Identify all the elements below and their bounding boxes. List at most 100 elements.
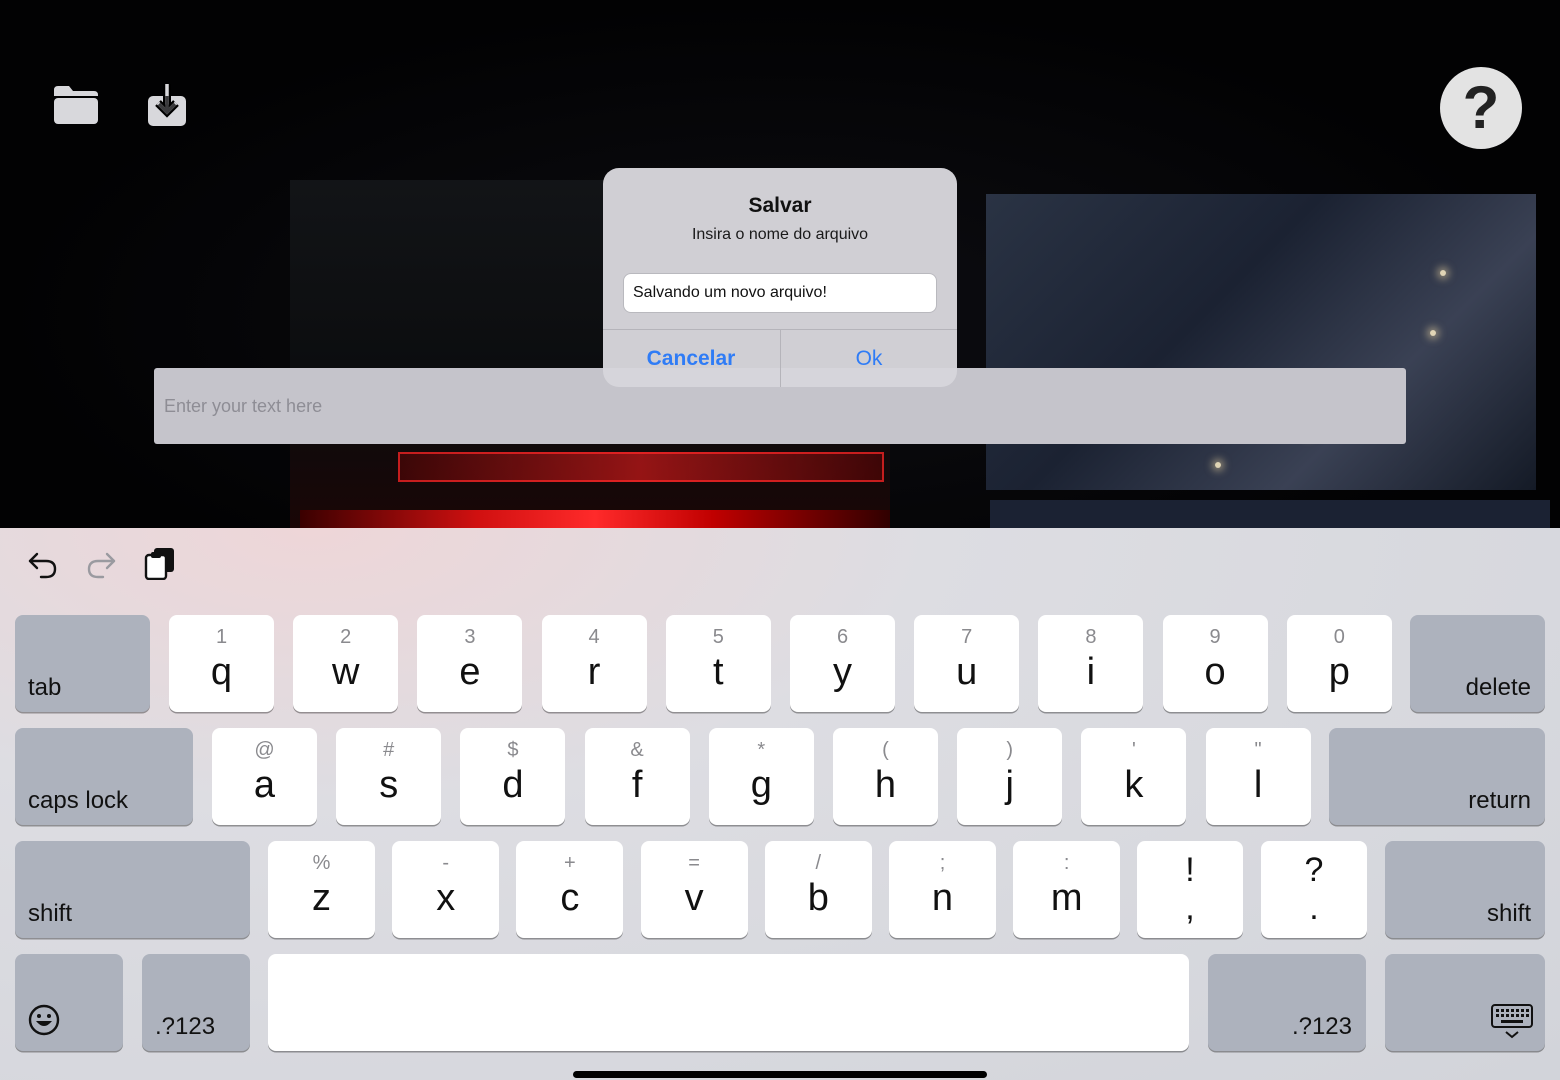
key-secondary-label: @ (254, 739, 275, 761)
key-label: z (312, 877, 331, 919)
key-secondary-label: / (815, 852, 822, 874)
ok-button[interactable]: Ok (781, 330, 957, 387)
background-light (1440, 270, 1446, 276)
key-f[interactable]: & f (584, 728, 690, 825)
key-label: o (1204, 651, 1226, 693)
key-s[interactable]: # s (336, 728, 442, 825)
key-label: u (956, 651, 978, 693)
key-label: i (1086, 651, 1096, 693)
key-p[interactable]: 0p (1286, 615, 1392, 712)
key-label: s (379, 764, 399, 806)
key-secondary-label: = (688, 852, 700, 874)
key-m[interactable]: :m (1013, 841, 1121, 938)
shift-key-left[interactable]: shift (15, 841, 250, 938)
background-light (1215, 462, 1221, 468)
question-period-key[interactable]: ?. (1261, 841, 1367, 938)
key-label: f (631, 764, 643, 806)
dialog-message: Insira o nome do arquivo (691, 226, 869, 243)
redo-icon[interactable] (84, 546, 118, 580)
key-secondary-label: ) (1006, 739, 1014, 761)
tab-key-label: tab (28, 674, 62, 701)
key-label: r (587, 651, 601, 693)
key-secondary-label: & (630, 739, 644, 761)
key-i[interactable]: 8i (1038, 615, 1144, 712)
return-key-label: return (1468, 787, 1531, 814)
key-c[interactable]: + c (516, 841, 624, 938)
key-secondary-label: 4 (588, 626, 600, 648)
key-o[interactable]: 9o (1162, 615, 1268, 712)
key-k[interactable]: ' k (1081, 728, 1187, 825)
key-r[interactable]: 4r (541, 615, 647, 712)
key-a[interactable]: @ a (212, 728, 317, 825)
download-icon[interactable] (145, 82, 189, 128)
key-e[interactable]: 3e (417, 615, 523, 712)
key-t[interactable]: 5t (665, 615, 771, 712)
key-label: q (210, 651, 233, 693)
cancel-button[interactable]: Cancelar (603, 330, 779, 387)
caps-lock-key-label: caps lock (28, 787, 129, 814)
space-key[interactable] (268, 954, 1189, 1051)
filename-field[interactable]: Salvando um novo arquivo! (623, 273, 937, 313)
undo-icon[interactable] (26, 546, 60, 580)
key-z[interactable]: % z (268, 841, 375, 938)
key-h[interactable]: (h (833, 728, 938, 825)
shift-key-label: shift (1486, 900, 1531, 927)
home-indicator[interactable] (573, 1071, 987, 1078)
key-secondary-label: : (1063, 852, 1070, 874)
key-w[interactable]: 2w (293, 615, 399, 712)
key-label: ! (1185, 851, 1195, 889)
numbers-key-right[interactable]: .?123 (1208, 954, 1366, 1051)
shift-key-right[interactable]: shift (1385, 841, 1545, 938)
key-label: . (1309, 889, 1319, 927)
key-secondary-label: ( (882, 739, 889, 761)
shift-key-label: shift (28, 900, 73, 927)
key-secondary-label: - (442, 852, 450, 874)
key-label: v (684, 877, 704, 919)
key-label: y (833, 651, 852, 693)
key-label: , (1185, 889, 1195, 927)
numbers-key-left[interactable]: .?123 (142, 954, 250, 1051)
key-label: x (436, 877, 456, 919)
key-v[interactable]: = v (640, 841, 748, 938)
key-q[interactable]: 1q (169, 615, 274, 712)
key-label: h (874, 764, 897, 806)
background-neon-sign (398, 452, 884, 482)
background-panel-right (986, 194, 1536, 490)
caps-lock-key[interactable]: caps lock (15, 728, 193, 825)
keyboard-dismiss-icon (1491, 1004, 1533, 1045)
key-secondary-label: ; (939, 852, 946, 874)
dialog-title: Salvar (748, 194, 812, 217)
key-label: ? (1304, 851, 1324, 889)
key-n[interactable]: ; n (889, 841, 996, 938)
emoji-key[interactable] (15, 954, 123, 1051)
key-y[interactable]: 6y (790, 615, 895, 712)
key-label: e (459, 651, 481, 693)
keyboard-dismiss-key[interactable] (1385, 954, 1545, 1051)
key-label: l (1253, 764, 1263, 806)
delete-key[interactable]: delete (1410, 615, 1545, 712)
key-u[interactable]: 7u (914, 615, 1020, 712)
key-label: d (502, 764, 524, 806)
key-secondary-label: + (564, 852, 576, 874)
background-light (1430, 330, 1436, 336)
return-key[interactable]: return (1329, 728, 1545, 825)
key-g[interactable]: * g (708, 728, 814, 825)
key-label: a (253, 764, 276, 806)
key-label: g (750, 764, 772, 806)
clipboard-icon[interactable] (143, 546, 177, 581)
key-j[interactable]: ) j (957, 728, 1063, 825)
key-b[interactable]: / b (764, 841, 872, 938)
tab-key[interactable]: tab (15, 615, 150, 712)
key-x[interactable]: -x (392, 841, 500, 938)
key-label: j (1005, 764, 1014, 806)
key-label: b (807, 877, 829, 919)
background-panel-right-lower (990, 500, 1550, 528)
key-l[interactable]: " l (1205, 728, 1311, 825)
key-label: t (713, 651, 724, 693)
help-button[interactable]: ? (1440, 67, 1522, 149)
exclamation-comma-key[interactable]: !, (1137, 841, 1243, 938)
key-d[interactable]: $ d (460, 728, 566, 825)
folder-icon[interactable] (52, 84, 100, 126)
key-secondary-label: # (383, 739, 395, 761)
key-label: m (1050, 877, 1083, 919)
